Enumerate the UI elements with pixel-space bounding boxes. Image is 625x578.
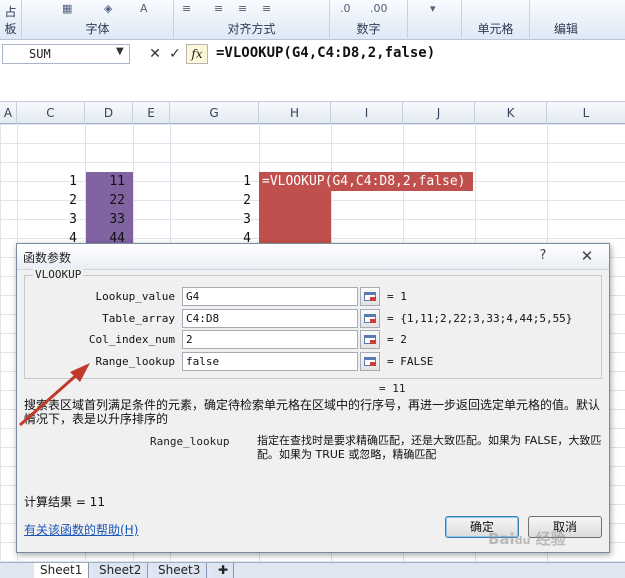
- param-label: Col_index_num: [88, 333, 175, 346]
- function-result: = 11: [379, 382, 406, 395]
- param-label: Range_lookup: [95, 355, 175, 368]
- param-help-text: 指定在查找时是要求精确匹配，还是大致匹配。如果为 FALSE，大致匹配。如果为 …: [257, 434, 602, 461]
- dialog-title: 函数参数: [23, 251, 72, 265]
- ribbon-group-label: 对齐方式: [227, 22, 276, 36]
- ribbon-group-font: ▦ ◈ A 字体: [22, 0, 174, 40]
- align-left-icon[interactable]: ≡: [214, 2, 223, 15]
- ribbon-group-styles: ▾: [408, 0, 462, 40]
- column-header[interactable]: C: [17, 102, 85, 124]
- param-result: = 1: [387, 290, 407, 303]
- column-header[interactable]: K: [475, 102, 547, 124]
- cell-d5[interactable]: 22: [86, 191, 133, 210]
- close-icon[interactable]: ✕: [576, 247, 598, 265]
- sheet-tab-2[interactable]: Sheet2: [93, 563, 149, 578]
- ribbon-group-editing: 编辑: [530, 0, 602, 40]
- column-header[interactable]: L: [547, 102, 625, 124]
- ribbon-group-alignment: ≡ ≡ ≡ ≡ 对齐方式: [174, 0, 330, 40]
- ribbon-group-label: 编辑: [553, 22, 578, 36]
- range-select-icon[interactable]: [360, 287, 380, 306]
- col-index-num-input[interactable]: 2: [182, 330, 358, 349]
- param-result: = FALSE: [387, 355, 434, 368]
- cell-g6[interactable]: 3: [170, 210, 259, 229]
- calc-result: 计算结果 = 11: [24, 495, 105, 509]
- sheet-tab-1[interactable]: Sheet1: [34, 563, 90, 578]
- styles-dropdown-icon[interactable]: ▾: [430, 2, 436, 15]
- cell-c4[interactable]: 1: [17, 172, 85, 191]
- cell-h5[interactable]: [259, 191, 331, 210]
- align-center-icon[interactable]: ≡: [238, 2, 247, 15]
- function-name: VLOOKUP: [33, 268, 84, 281]
- cell-g4[interactable]: 1: [170, 172, 259, 191]
- ribbon: 占板 ▦ ◈ A 字体 ≡ ≡ ≡ ≡ 对齐方式 .0 .00 数字 ▾ 单元格…: [0, 0, 625, 40]
- cell-c5[interactable]: 2: [17, 191, 85, 210]
- cancel-icon[interactable]: ✕: [146, 44, 164, 64]
- name-box[interactable]: SUM: [2, 44, 130, 64]
- function-description: 搜索表区域首列满足条件的元素，确定待检索单元格在区域中的行序号，再进一步返回选定…: [24, 398, 601, 426]
- formula-input[interactable]: =VLOOKUP(G4,C4:D8,2,false): [216, 45, 435, 61]
- font-color-icon[interactable]: A: [140, 2, 148, 15]
- align-right-icon[interactable]: ≡: [262, 2, 271, 15]
- cell-g5[interactable]: 2: [170, 191, 259, 210]
- param-help-name: Range_lookup: [150, 435, 230, 448]
- lookup-value-input[interactable]: G4: [182, 287, 358, 306]
- column-header[interactable]: I: [331, 102, 403, 124]
- border-icon[interactable]: ▦: [62, 2, 72, 15]
- ribbon-group-cells: 单元格: [462, 0, 530, 40]
- param-label: Table_array: [102, 312, 175, 325]
- dialog-title-bar[interactable]: 函数参数 ? ✕: [17, 244, 609, 270]
- function-help-link[interactable]: 有关该函数的帮助(H): [24, 521, 138, 538]
- insert-function-button[interactable]: fx: [186, 44, 208, 64]
- column-header[interactable]: D: [85, 102, 133, 124]
- column-header[interactable]: J: [403, 102, 475, 124]
- range-select-icon[interactable]: [360, 330, 380, 349]
- ribbon-group-label: 字体: [85, 22, 110, 36]
- column-header[interactable]: E: [133, 102, 170, 124]
- cell-d6[interactable]: 33: [86, 210, 133, 229]
- enter-icon[interactable]: ✓: [166, 44, 184, 64]
- ribbon-group-number: .0 .00 数字: [330, 0, 408, 40]
- fill-color-icon[interactable]: ◈: [104, 2, 112, 15]
- formula-bar: SUM ▼ ✕ ✓ fx =VLOOKUP(G4,C4:D8,2,false): [0, 40, 625, 102]
- wrap-text-icon[interactable]: ≡: [182, 2, 191, 15]
- cell-d4[interactable]: 11: [86, 172, 133, 191]
- range-select-icon[interactable]: [360, 309, 380, 328]
- sheet-tabs: Sheet1 Sheet2 Sheet3 ✚: [0, 562, 625, 578]
- increase-decimal-icon[interactable]: .0: [340, 2, 351, 15]
- cell-h4-formula[interactable]: =VLOOKUP(G4,C4:D8,2,false): [259, 172, 473, 191]
- column-headers: A C D E G H I J K L: [0, 102, 625, 124]
- help-icon[interactable]: ?: [535, 248, 551, 264]
- function-arguments-dialog: 函数参数 ? ✕ VLOOKUP Lookup_value G4 = 1 Tab…: [16, 243, 610, 553]
- column-header[interactable]: H: [259, 102, 331, 124]
- insert-sheet-icon[interactable]: ✚: [212, 563, 234, 578]
- ribbon-group-label: 占板: [4, 5, 17, 36]
- cell-c6[interactable]: 3: [17, 210, 85, 229]
- range-select-icon[interactable]: [360, 352, 380, 371]
- watermark-logo: Baidu 经验: [488, 530, 566, 548]
- ribbon-group-label: 数字: [356, 22, 381, 36]
- param-result: = {1,11;2,22;3,33;4,44;5,55}: [387, 312, 573, 325]
- table-array-input[interactable]: C4:D8: [182, 309, 358, 328]
- ribbon-group-label: 单元格: [477, 22, 514, 36]
- ribbon-group-clipboard: 占板: [0, 0, 22, 40]
- param-label: Lookup_value: [95, 290, 175, 303]
- range-lookup-input[interactable]: false: [182, 352, 358, 371]
- decrease-decimal-icon[interactable]: .00: [370, 2, 388, 15]
- param-result: = 2: [387, 333, 407, 346]
- column-header[interactable]: A: [0, 102, 17, 124]
- function-group: VLOOKUP Lookup_value G4 = 1 Table_array …: [24, 268, 602, 379]
- chevron-down-icon[interactable]: ▼: [116, 46, 124, 57]
- sheet-tab-3[interactable]: Sheet3: [152, 563, 208, 578]
- cell-h6[interactable]: [259, 210, 331, 229]
- column-header[interactable]: G: [170, 102, 259, 124]
